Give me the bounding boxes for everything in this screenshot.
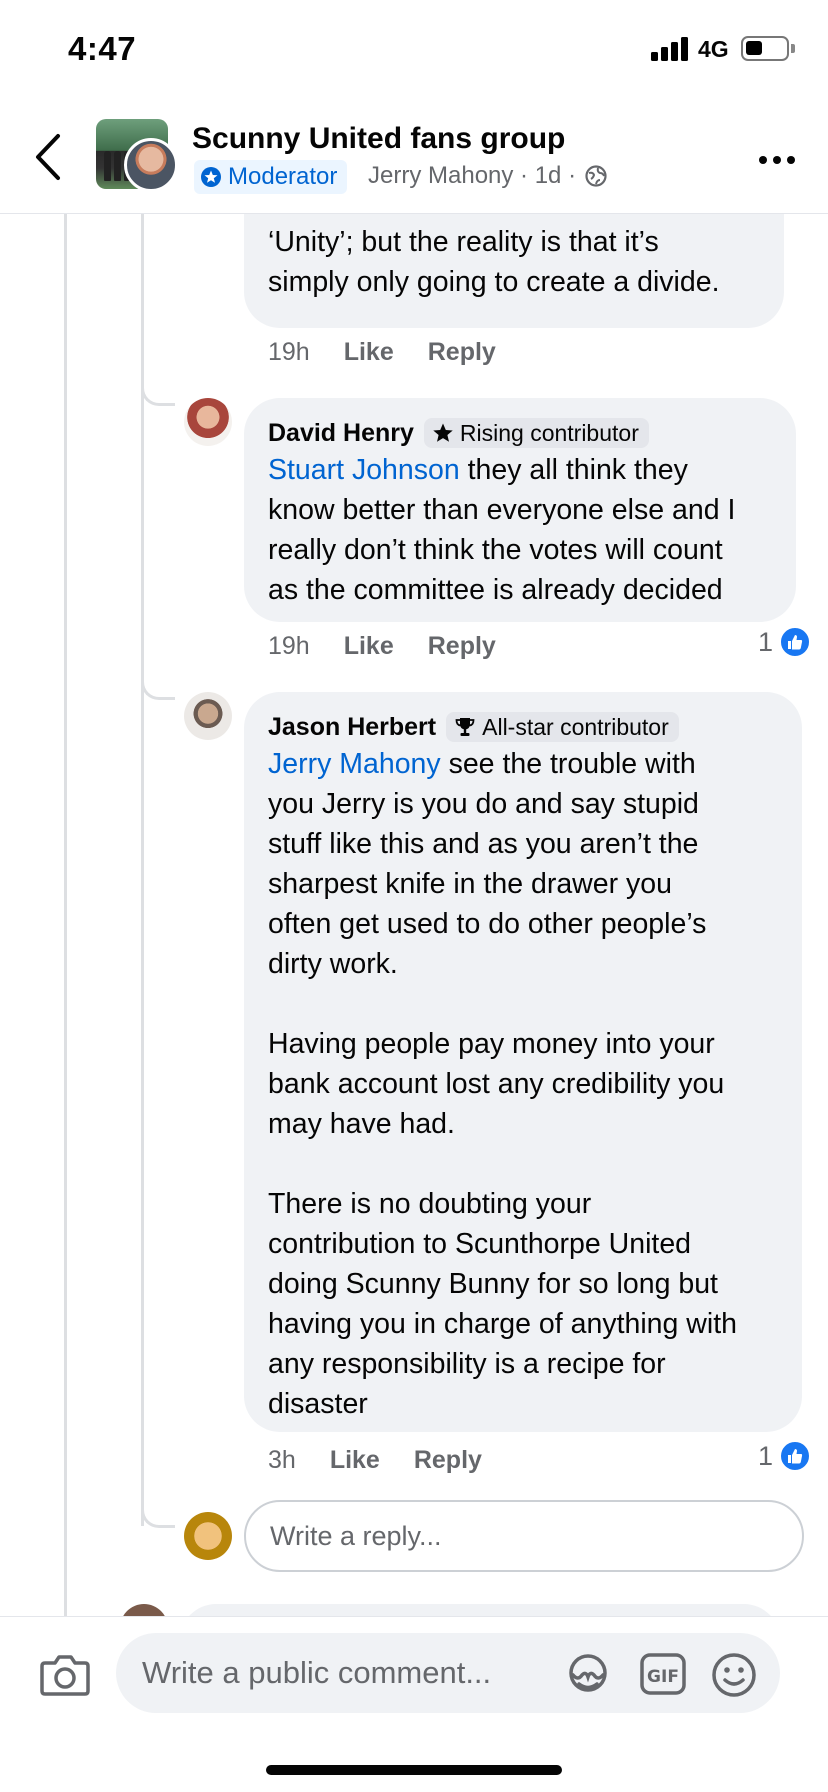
- comment-author[interactable]: Jason Herbert: [268, 713, 436, 742]
- moderator-label: Moderator: [228, 163, 338, 190]
- reaction-number: 1: [758, 626, 774, 657]
- reply-placeholder: Write a reply...: [270, 1520, 442, 1551]
- thread-connector: [141, 676, 175, 700]
- badge-label: All-star contributor: [482, 713, 669, 740]
- signal-strength-icon: [651, 37, 691, 61]
- comment-time[interactable]: 19h: [268, 338, 310, 367]
- avatar-sticker-icon[interactable]: [564, 1651, 612, 1697]
- post-meta-text: Jerry Mahony · 1d ·: [368, 162, 577, 189]
- comment-composer: Write a public comment... GIF: [0, 1616, 828, 1792]
- star-icon: [433, 423, 453, 442]
- camera-icon[interactable]: [40, 1651, 90, 1697]
- globe-icon: [585, 165, 607, 187]
- badge-label: Rising contributor: [459, 419, 639, 446]
- comment-author-row: David Henry Rising contributor: [268, 416, 772, 450]
- reaction-count[interactable]: 1: [758, 626, 812, 658]
- status-bar: 4:47 4G: [0, 0, 828, 100]
- group-title[interactable]: Scunny United fans group: [192, 122, 565, 156]
- like-button[interactable]: Like: [344, 632, 394, 661]
- status-time: 4:47: [68, 30, 137, 67]
- reaction-number: 1: [758, 1440, 774, 1471]
- like-button[interactable]: Like: [344, 338, 394, 367]
- thread-line: [64, 214, 67, 1616]
- reply-input[interactable]: Write a reply...: [244, 1500, 804, 1572]
- reply-button[interactable]: Reply: [428, 338, 496, 367]
- comment-bubble: Jason Herbert All-star contributor Jerry…: [244, 692, 802, 1432]
- mention-link[interactable]: Jerry Mahony: [268, 748, 441, 780]
- thumbs-up-icon: [779, 1440, 812, 1472]
- comment-text: ‘Unity’; but the reality is that it’s si…: [268, 226, 720, 298]
- comment-author[interactable]: David Henry: [268, 419, 414, 448]
- reply-button[interactable]: Reply: [428, 632, 496, 661]
- back-chevron-icon[interactable]: [28, 130, 68, 184]
- thread-connector: [141, 382, 175, 406]
- mention-link[interactable]: Stuart Johnson: [268, 454, 460, 486]
- comment-author-row: Jason Herbert All-star contributor: [268, 710, 778, 744]
- thread-connector: [141, 1504, 175, 1528]
- comment-time[interactable]: 19h: [268, 632, 310, 661]
- reaction-count[interactable]: 1: [758, 1440, 812, 1472]
- avatar[interactable]: [184, 398, 232, 446]
- author-avatar[interactable]: [124, 138, 178, 192]
- thumbs-up-icon: [779, 626, 812, 658]
- comment-body: see the trouble with you Jerry is you do…: [268, 748, 737, 1420]
- avatar[interactable]: [184, 692, 232, 740]
- comment-actions: 3h Like Reply: [268, 1446, 482, 1475]
- moderator-shield-icon: [201, 167, 221, 187]
- svg-text:GIF: GIF: [647, 1667, 679, 1687]
- moderator-badge: Moderator: [194, 160, 348, 194]
- home-indicator[interactable]: [266, 1765, 562, 1775]
- emoji-icon[interactable]: [710, 1651, 758, 1699]
- comment-placeholder: Write a public comment...: [142, 1655, 492, 1690]
- comment-thread: ‘Unity’; but the reality is that it’s si…: [0, 214, 828, 1616]
- comment-text: Jerry Mahony see the trouble with you Je…: [268, 744, 778, 1424]
- current-user-avatar: [184, 1512, 232, 1560]
- trophy-icon: [455, 718, 475, 736]
- comment-bubble: David Henry Rising contributor Stuart Jo…: [244, 398, 796, 622]
- public-comment-input[interactable]: Write a public comment... GIF: [116, 1633, 780, 1713]
- post-header: Scunny United fans group Moderator Jerry…: [0, 100, 828, 214]
- comment-bubble: ‘Unity’; but the reality is that it’s si…: [244, 214, 784, 328]
- avatar[interactable]: [120, 1604, 168, 1616]
- like-button[interactable]: Like: [330, 1446, 380, 1475]
- comment-bubble: [180, 1604, 780, 1616]
- network-type: 4G: [698, 36, 729, 62]
- comment-text: Stuart Johnson they all think they know …: [268, 450, 772, 610]
- comment-actions: 19h Like Reply: [268, 338, 496, 367]
- gif-icon[interactable]: GIF: [640, 1653, 686, 1695]
- comment-actions: 19h Like Reply: [268, 632, 496, 661]
- post-meta: Jerry Mahony · 1d ·: [368, 162, 608, 190]
- battery-icon: [741, 36, 789, 61]
- contributor-badge[interactable]: All-star contributor: [446, 712, 679, 742]
- comment-time[interactable]: 3h: [268, 1446, 296, 1475]
- reply-button[interactable]: Reply: [414, 1446, 482, 1475]
- battery-cap: [791, 44, 795, 53]
- contributor-badge[interactable]: Rising contributor: [423, 418, 649, 448]
- more-options-icon[interactable]: [759, 156, 795, 164]
- thread-line: [141, 214, 144, 1526]
